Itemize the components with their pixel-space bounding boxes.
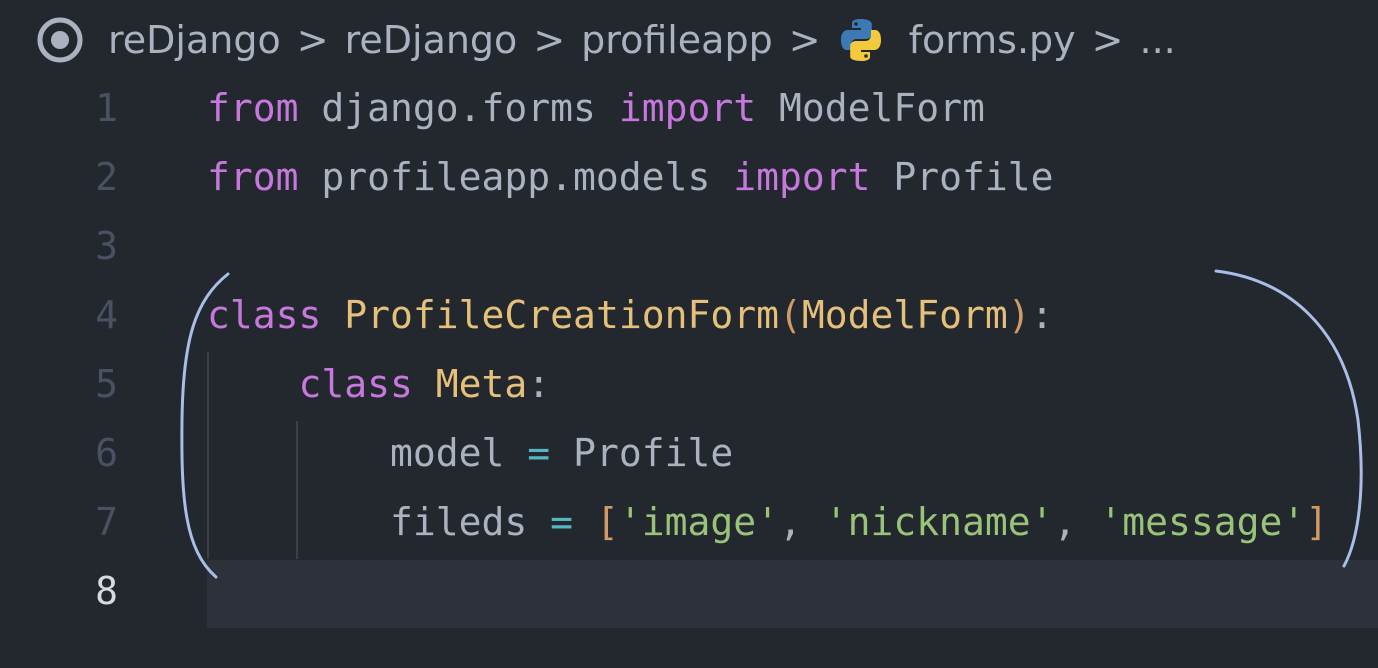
code-token: , — [1053, 500, 1100, 544]
source-control-icon — [34, 14, 86, 66]
code-token: = — [550, 500, 574, 544]
breadcrumb-separator: > — [533, 18, 566, 62]
code-token: class — [298, 362, 413, 406]
breadcrumb-item-app[interactable]: profileapp — [581, 18, 773, 62]
code-token: ProfileCreationForm — [344, 293, 779, 337]
line-number: 5 — [95, 362, 118, 406]
code-line[interactable]: 3 — [0, 212, 1378, 281]
code-line[interactable]: 6 model = Profile — [0, 419, 1378, 488]
breadcrumb-separator: > — [296, 18, 329, 62]
code-token: from — [207, 86, 299, 130]
breadcrumb-item-project[interactable]: reDjango — [345, 18, 518, 62]
line-number: 7 — [95, 500, 118, 544]
code-token: = — [527, 431, 551, 475]
code-token: profileapp.models — [298, 155, 734, 199]
line-content: from django.forms import ModelForm — [207, 74, 985, 143]
line-content: class Meta: — [207, 350, 551, 419]
code-token: Profile — [550, 431, 734, 475]
code-line[interactable]: 1 from django.forms import ModelForm — [0, 74, 1378, 143]
code-token: Meta — [435, 362, 528, 406]
code-line[interactable]: 7 fileds = ['image', 'nickname', 'messag… — [0, 488, 1378, 557]
code-token: ModelForm — [756, 86, 985, 130]
breadcrumb-separator: > — [1091, 18, 1124, 62]
breadcrumb-separator: > — [788, 18, 821, 62]
code-token: , — [779, 500, 825, 544]
code-token: class — [207, 293, 322, 337]
line-number: 3 — [95, 224, 118, 268]
breadcrumb-item-file[interactable]: forms.py — [909, 18, 1076, 62]
python-file-icon — [837, 16, 885, 64]
code-editor[interactable]: reDjango > reDjango > profileapp > forms… — [0, 0, 1378, 668]
code-line[interactable]: 5 class Meta: — [0, 350, 1378, 419]
code-token: django.forms — [298, 86, 619, 130]
code-token: [ — [595, 500, 619, 544]
code-area[interactable]: 1 from django.forms import ModelForm 2 from… — [0, 74, 1378, 626]
breadcrumb-item-root[interactable]: reDjango — [108, 18, 281, 62]
line-content: fileds = ['image', 'nickname', 'message'… — [207, 488, 1328, 557]
code-token: : — [527, 362, 551, 406]
breadcrumb-item-symbol[interactable]: ... — [1140, 18, 1176, 62]
breadcrumb: reDjango > reDjango > profileapp > forms… — [34, 14, 1176, 66]
code-token: from — [207, 155, 299, 199]
code-token: 'nickname' — [824, 500, 1054, 544]
code-token: import — [733, 155, 871, 199]
code-token: ( — [778, 293, 802, 337]
code-token: ] — [1305, 500, 1329, 544]
code-line[interactable]: 8 — [0, 557, 1378, 626]
line-content: class ProfileCreationForm(ModelForm): — [207, 281, 1054, 350]
line-number: 8 — [95, 569, 118, 613]
code-token: 'image' — [618, 500, 779, 544]
code-token: fileds — [207, 500, 551, 544]
code-line[interactable]: 2 from profileapp.models import Profile — [0, 143, 1378, 212]
line-content: from profileapp.models import Profile — [207, 143, 1054, 212]
code-token: model — [207, 431, 528, 475]
line-number: 4 — [95, 293, 118, 337]
code-token: 'message' — [1099, 500, 1306, 544]
code-token: Profile — [870, 155, 1054, 199]
code-token: ModelForm — [801, 293, 1008, 337]
code-token: ) — [1007, 293, 1031, 337]
code-token: import — [618, 86, 757, 130]
code-token: : — [1030, 293, 1054, 337]
line-number: 2 — [95, 155, 118, 199]
line-number: 6 — [95, 431, 118, 475]
code-line[interactable]: 4 class ProfileCreationForm(ModelForm): — [0, 281, 1378, 350]
line-content: model = Profile — [207, 419, 733, 488]
line-number: 1 — [95, 86, 118, 130]
